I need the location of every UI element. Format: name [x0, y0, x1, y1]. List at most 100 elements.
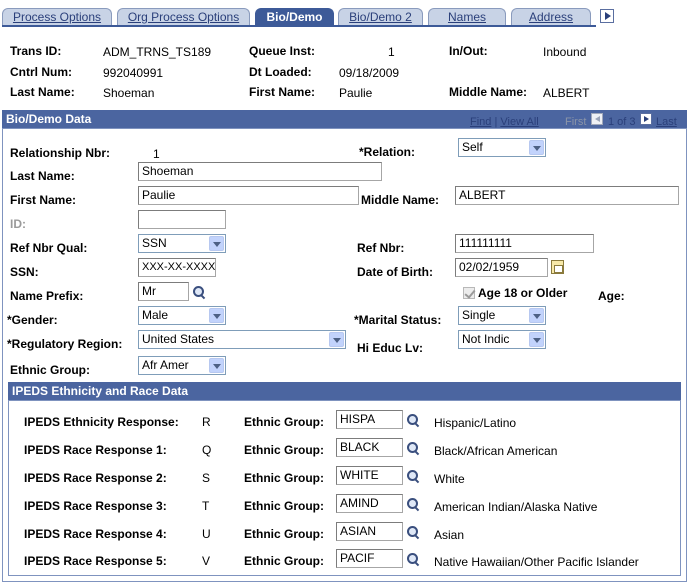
age-18-checkbox[interactable] [463, 287, 475, 299]
chevron-down-icon[interactable] [529, 140, 544, 155]
header-last-name-value: Shoeman [103, 86, 155, 100]
relation-label: *Relation: [359, 145, 416, 159]
tab-bio-demo-2[interactable]: Bio/Demo 2 [338, 8, 423, 26]
ipeds-row-label: IPEDS Ethnicity Response: [24, 415, 179, 429]
dob-label: Date of Birth: [357, 265, 433, 279]
ipeds-ethnic-group-field[interactable]: AMIND [336, 494, 403, 513]
ipeds-title: IPEDS Ethnicity and Race Data [12, 384, 189, 398]
search-icon[interactable] [406, 497, 420, 511]
relationship-nbr-value: 1 [153, 147, 160, 161]
ipeds-header-underline [8, 400, 681, 401]
ipeds-ethnic-group-field[interactable]: WHITE [336, 466, 403, 485]
relation-select[interactable]: Self [458, 138, 546, 157]
chevron-down-icon[interactable] [529, 332, 544, 347]
nav-separator: | [494, 116, 498, 128]
ipeds-ethnic-group-field[interactable]: HISPA [336, 410, 403, 429]
dt-loaded-label: Dt Loaded: [249, 65, 312, 79]
queue-inst-value: 1 [388, 45, 395, 59]
ref-nbr-qual-value: SSN [142, 236, 167, 250]
last-link[interactable]: Last [656, 116, 677, 128]
in-out-value: Inbound [543, 45, 587, 59]
row-nav-links: Find | View All [470, 116, 539, 128]
ipeds-ethnic-group-field[interactable]: BLACK [336, 438, 403, 457]
ipeds-ethnic-group-field[interactable]: PACIF [336, 549, 403, 568]
ipeds-ethnic-group-desc: Hispanic/Latino [434, 416, 517, 430]
ipeds-row-code: V [202, 554, 211, 568]
marital-status-label: *Marital Status: [354, 313, 442, 327]
ipeds-row-label: IPEDS Race Response 4: [24, 527, 167, 541]
ipeds-header: IPEDS Ethnicity and Race Data [8, 382, 681, 400]
marital-status-select[interactable]: Single [458, 306, 546, 325]
tab-org-process-options[interactable]: Org Process Options [117, 8, 250, 26]
header-last-name-label: Last Name: [10, 85, 75, 99]
ethnic-group-select[interactable]: Afr Amer [138, 356, 226, 375]
next-row-icon[interactable] [640, 113, 652, 125]
search-icon[interactable] [406, 469, 420, 483]
ipeds-row-code: Q [202, 443, 212, 457]
tab-address[interactable]: Address [511, 8, 591, 26]
trans-id-label: Trans ID: [10, 44, 62, 58]
search-icon[interactable] [406, 552, 420, 566]
search-icon[interactable] [406, 413, 420, 427]
trans-id-value: ADM_TRNS_TS189 [103, 45, 212, 59]
first-name-field[interactable]: Paulie [138, 186, 359, 205]
ipeds-row-code: S [202, 471, 211, 485]
middle-name-field[interactable]: ALBERT [455, 186, 679, 205]
ipeds-ethnic-group-desc: Asian [434, 528, 465, 542]
id-label: ID: [10, 217, 26, 231]
ssn-label: SSN: [10, 265, 39, 279]
ipeds-ethnic-group-label: Ethnic Group: [244, 471, 324, 485]
ipeds-ethnic-group-label: Ethnic Group: [244, 499, 324, 513]
search-icon[interactable] [192, 285, 206, 299]
tab-bio-demo[interactable]: Bio/Demo [255, 8, 334, 26]
header-first-name-value: Paulie [339, 86, 373, 100]
gender-select[interactable]: Male [138, 306, 226, 325]
ipeds-row-code: T [202, 499, 210, 513]
search-icon[interactable] [406, 441, 420, 455]
ipeds-row-code: U [202, 527, 211, 541]
ref-nbr-field[interactable]: 111111111 [455, 234, 594, 253]
name-prefix-field[interactable]: Mr [138, 282, 189, 301]
dt-loaded-value: 09/18/2009 [339, 66, 400, 80]
search-icon[interactable] [406, 525, 420, 539]
chevron-down-icon[interactable] [209, 308, 224, 323]
dob-field[interactable]: 02/02/1959 [455, 258, 548, 277]
ipeds-ethnic-group-field[interactable]: ASIAN [336, 522, 403, 541]
chevron-down-icon[interactable] [329, 332, 344, 347]
ref-nbr-qual-select[interactable]: SSN [138, 234, 226, 253]
chevron-down-icon[interactable] [209, 358, 224, 373]
biodemo-header-underline [2, 128, 687, 129]
chevron-down-icon[interactable] [529, 308, 544, 323]
next-tab-icon[interactable] [600, 9, 614, 23]
last-link-text[interactable]: Last [656, 116, 677, 128]
last-name-field[interactable]: Shoeman [138, 162, 382, 181]
previous-row-icon[interactable] [591, 113, 603, 125]
first-link[interactable]: First [565, 116, 586, 128]
ssn-field[interactable]: XXX-XX-XXXX [138, 258, 216, 277]
hi-educ-select[interactable]: Not Indic [458, 330, 546, 349]
tab-process-options[interactable]: Process Options [2, 8, 112, 26]
find-link[interactable]: Find [470, 116, 491, 128]
hi-educ-label: Hi Educ Lv: [357, 341, 424, 355]
ethnic-group-value: Afr Amer [142, 358, 189, 372]
tab-divider [2, 25, 596, 27]
ref-nbr-qual-label: Ref Nbr Qual: [10, 241, 88, 255]
first-name-label: First Name: [10, 193, 77, 207]
marital-status-value: Single [462, 308, 496, 322]
chevron-down-icon[interactable] [209, 236, 224, 251]
tab-names[interactable]: Names [428, 8, 506, 26]
in-out-label: In/Out: [449, 44, 488, 58]
id-field[interactable] [138, 210, 226, 229]
ipeds-ethnic-group-desc: White [434, 472, 465, 486]
view-all-link[interactable]: View All [500, 116, 538, 128]
header-middle-name-label: Middle Name: [449, 85, 528, 99]
regulatory-region-value: United States [142, 332, 215, 346]
header-first-name-label: First Name: [249, 85, 316, 99]
regulatory-region-select[interactable]: United States [138, 330, 346, 349]
age-label: Age: [598, 289, 625, 303]
ref-nbr-label: Ref Nbr: [357, 241, 405, 255]
relationship-nbr-label: Relationship Nbr: [10, 146, 111, 160]
regulatory-region-label: *Regulatory Region: [7, 337, 123, 351]
calendar-icon[interactable] [551, 260, 564, 274]
ipeds-row-label: IPEDS Race Response 3: [24, 499, 167, 513]
